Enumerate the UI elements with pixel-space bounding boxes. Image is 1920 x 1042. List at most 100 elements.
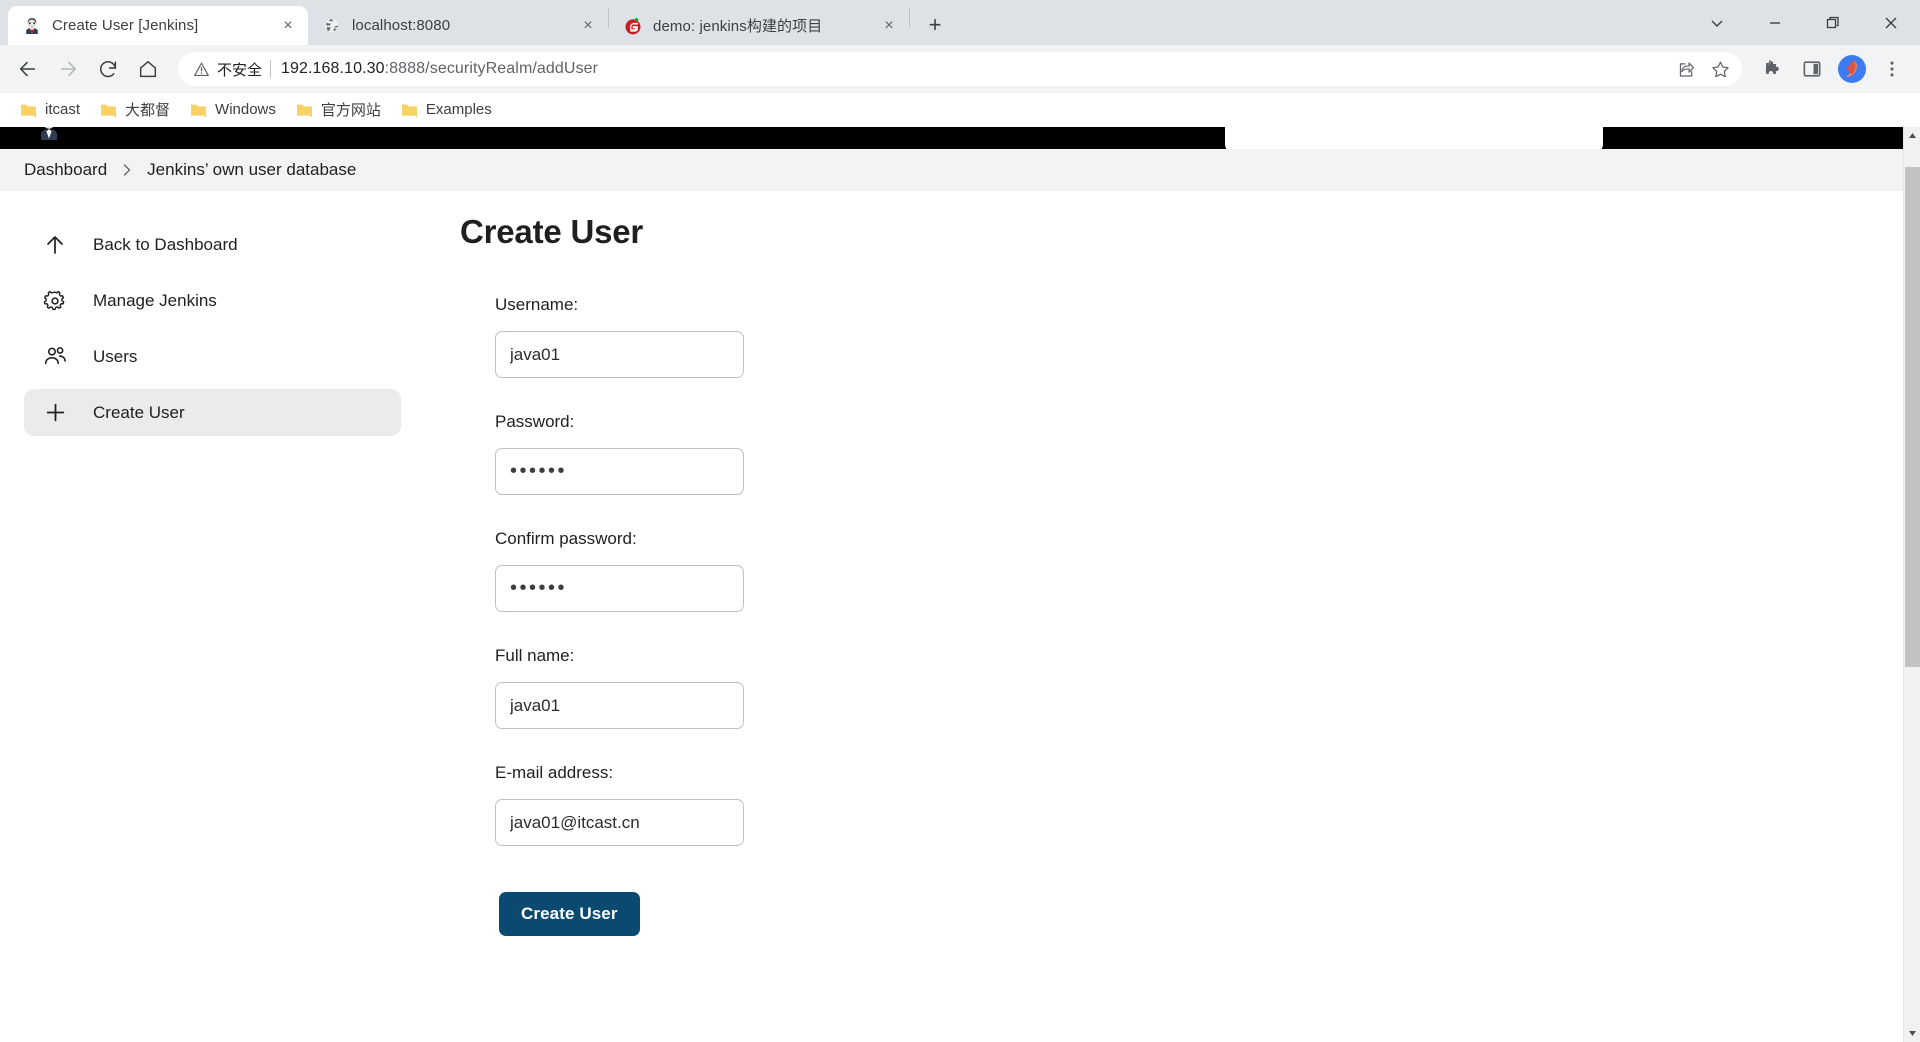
browser-tab-title: demo: jenkins构建的项目 (653, 18, 823, 35)
folder-icon (401, 102, 418, 117)
browser-window: Create User [Jenkins] × localhost:8080 × (0, 0, 1920, 1042)
field-label-fullname: Full name: (495, 646, 575, 665)
home-button[interactable] (130, 51, 166, 87)
field-label-confirm-password: Confirm password: (495, 529, 637, 548)
new-tab-button[interactable]: + (918, 8, 952, 42)
bookmark-item-examples[interactable]: Examples (393, 97, 500, 122)
back-button[interactable] (10, 51, 46, 87)
browser-tab-2[interactable]: demo: jenkins构建的项目 × (609, 6, 909, 45)
bookmark-label: Examples (425, 101, 492, 118)
form-actions: Create User (495, 892, 1903, 936)
page-viewport: Dashboard Jenkins’ own user database Bac… (0, 127, 1920, 1042)
arrow-up-icon (42, 232, 68, 258)
form-field-confirm-password: Confirm password: (495, 529, 1903, 612)
field-label-username: Username: (495, 295, 579, 314)
browser-tab-1[interactable]: localhost:8080 × (308, 6, 608, 45)
minimize-button[interactable] (1746, 3, 1804, 43)
address-bar-url: 192.168.10.30:8888/securityRealm/addUser (281, 60, 1668, 78)
bookmark-item-dadudu[interactable]: 大都督 (92, 95, 178, 124)
folder-icon (296, 102, 313, 117)
jenkins-butler-icon (22, 16, 41, 35)
omnibox-actions (1668, 53, 1736, 85)
sidebar-item-back-to-dashboard[interactable]: Back to Dashboard (24, 221, 401, 268)
side-panel-icon[interactable] (1794, 51, 1830, 87)
breadcrumb: Dashboard Jenkins’ own user database (0, 149, 1903, 191)
users-icon (42, 344, 68, 370)
bookmark-item-official-site[interactable]: 官方网站 (288, 95, 389, 124)
plus-icon (42, 400, 68, 426)
page-body: Back to Dashboard Manage Jenkins Users C… (0, 191, 1903, 1042)
toolbar-right-actions (1750, 51, 1910, 87)
page-title: Create User (460, 213, 644, 250)
forward-button[interactable] (50, 51, 86, 87)
browser-tab-title: localhost:8080 (352, 17, 451, 34)
window-controls (1688, 0, 1920, 45)
bookmark-label: 官方网站 (320, 102, 381, 119)
email-input[interactable] (495, 799, 744, 846)
gitee-icon (623, 16, 642, 35)
form-field-password: Password: (495, 412, 1903, 495)
browser-tab-title: Create User [Jenkins] (52, 17, 199, 34)
create-user-submit-button[interactable]: Create User (499, 892, 640, 936)
star-icon[interactable] (1704, 53, 1736, 85)
folder-icon (100, 102, 117, 117)
field-label-email: E-mail address: (495, 763, 614, 782)
scrollbar-down-arrow[interactable] (1904, 1025, 1920, 1042)
tab-strip: Create User [Jenkins] × localhost:8080 × (0, 0, 1920, 45)
security-status-text: 不安全 (217, 61, 263, 79)
bookmark-item-windows[interactable]: Windows (182, 97, 284, 122)
tab-search-button[interactable] (1688, 3, 1746, 43)
fullname-input[interactable] (495, 682, 744, 729)
avatar (1838, 55, 1866, 83)
address-bar[interactable]: 不安全 192.168.10.30:8888/securityRealm/add… (178, 52, 1742, 86)
breadcrumb-item-user-database[interactable]: Jenkins’ own user database (147, 160, 356, 180)
bookmark-label: 大都督 (125, 102, 171, 119)
omnibox-divider (270, 60, 272, 78)
share-icon[interactable] (1670, 53, 1702, 85)
puzzle-piece-icon[interactable] (1754, 51, 1790, 87)
url-path: :8888/securityRealm/addUser (384, 60, 599, 77)
tab-close-button[interactable]: × (578, 16, 598, 36)
close-window-button[interactable] (1862, 3, 1920, 43)
tab-divider (909, 8, 910, 28)
maximize-button[interactable] (1804, 3, 1862, 43)
sidebar-item-create-user[interactable]: Create User (24, 389, 401, 436)
tab-close-button[interactable]: × (278, 16, 298, 36)
browser-toolbar: 不安全 192.168.10.30:8888/securityRealm/add… (0, 45, 1920, 93)
sidebar-item-manage-jenkins[interactable]: Manage Jenkins (24, 277, 401, 324)
scrollbar-up-arrow[interactable] (1904, 127, 1920, 144)
form-field-username: Username: (495, 295, 1903, 378)
scrollbar-thumb[interactable] (1905, 167, 1920, 667)
field-label-password: Password: (495, 412, 575, 431)
bookmark-label: itcast (45, 101, 81, 118)
profile-avatar-icon[interactable] (1834, 51, 1870, 87)
warning-triangle-icon (192, 60, 210, 78)
sidebar-item-label: Manage Jenkins (93, 290, 217, 310)
password-input[interactable] (495, 448, 744, 495)
tab-close-button[interactable]: × (879, 16, 899, 36)
jenkins-logo-icon[interactable] (34, 127, 64, 143)
sidebar-item-label: Users (93, 346, 138, 366)
username-input[interactable] (495, 331, 744, 378)
reload-button[interactable] (90, 51, 126, 87)
create-user-form: Username: Password: Confirm password: Fu… (460, 295, 1903, 936)
sidebar: Back to Dashboard Manage Jenkins Users C… (0, 191, 425, 1042)
form-field-fullname: Full name: (495, 646, 1903, 729)
page-scrollbar[interactable] (1903, 127, 1920, 1042)
confirm-password-input[interactable] (495, 565, 744, 612)
three-dot-menu-icon[interactable] (1874, 51, 1910, 87)
bookmark-item-itcast[interactable]: itcast (12, 97, 88, 122)
jenkins-top-header (0, 127, 1903, 154)
sidebar-item-label: Back to Dashboard (93, 234, 238, 254)
bookmark-label: Windows (215, 101, 276, 118)
sidebar-item-users[interactable]: Users (24, 333, 401, 380)
bookmarks-bar: itcast 大都督 Windows 官方网站 Examples (0, 93, 1920, 127)
breadcrumb-item-dashboard[interactable]: Dashboard (24, 160, 107, 180)
chevron-right-icon (121, 163, 133, 177)
folder-icon (20, 102, 37, 117)
folder-icon (190, 102, 207, 117)
main-content: Create User Username: Password: Confirm … (425, 191, 1903, 1042)
form-field-email: E-mail address: (495, 763, 1903, 846)
browser-tab-0[interactable]: Create User [Jenkins] × (8, 6, 308, 45)
sidebar-item-label: Create User (93, 402, 185, 422)
